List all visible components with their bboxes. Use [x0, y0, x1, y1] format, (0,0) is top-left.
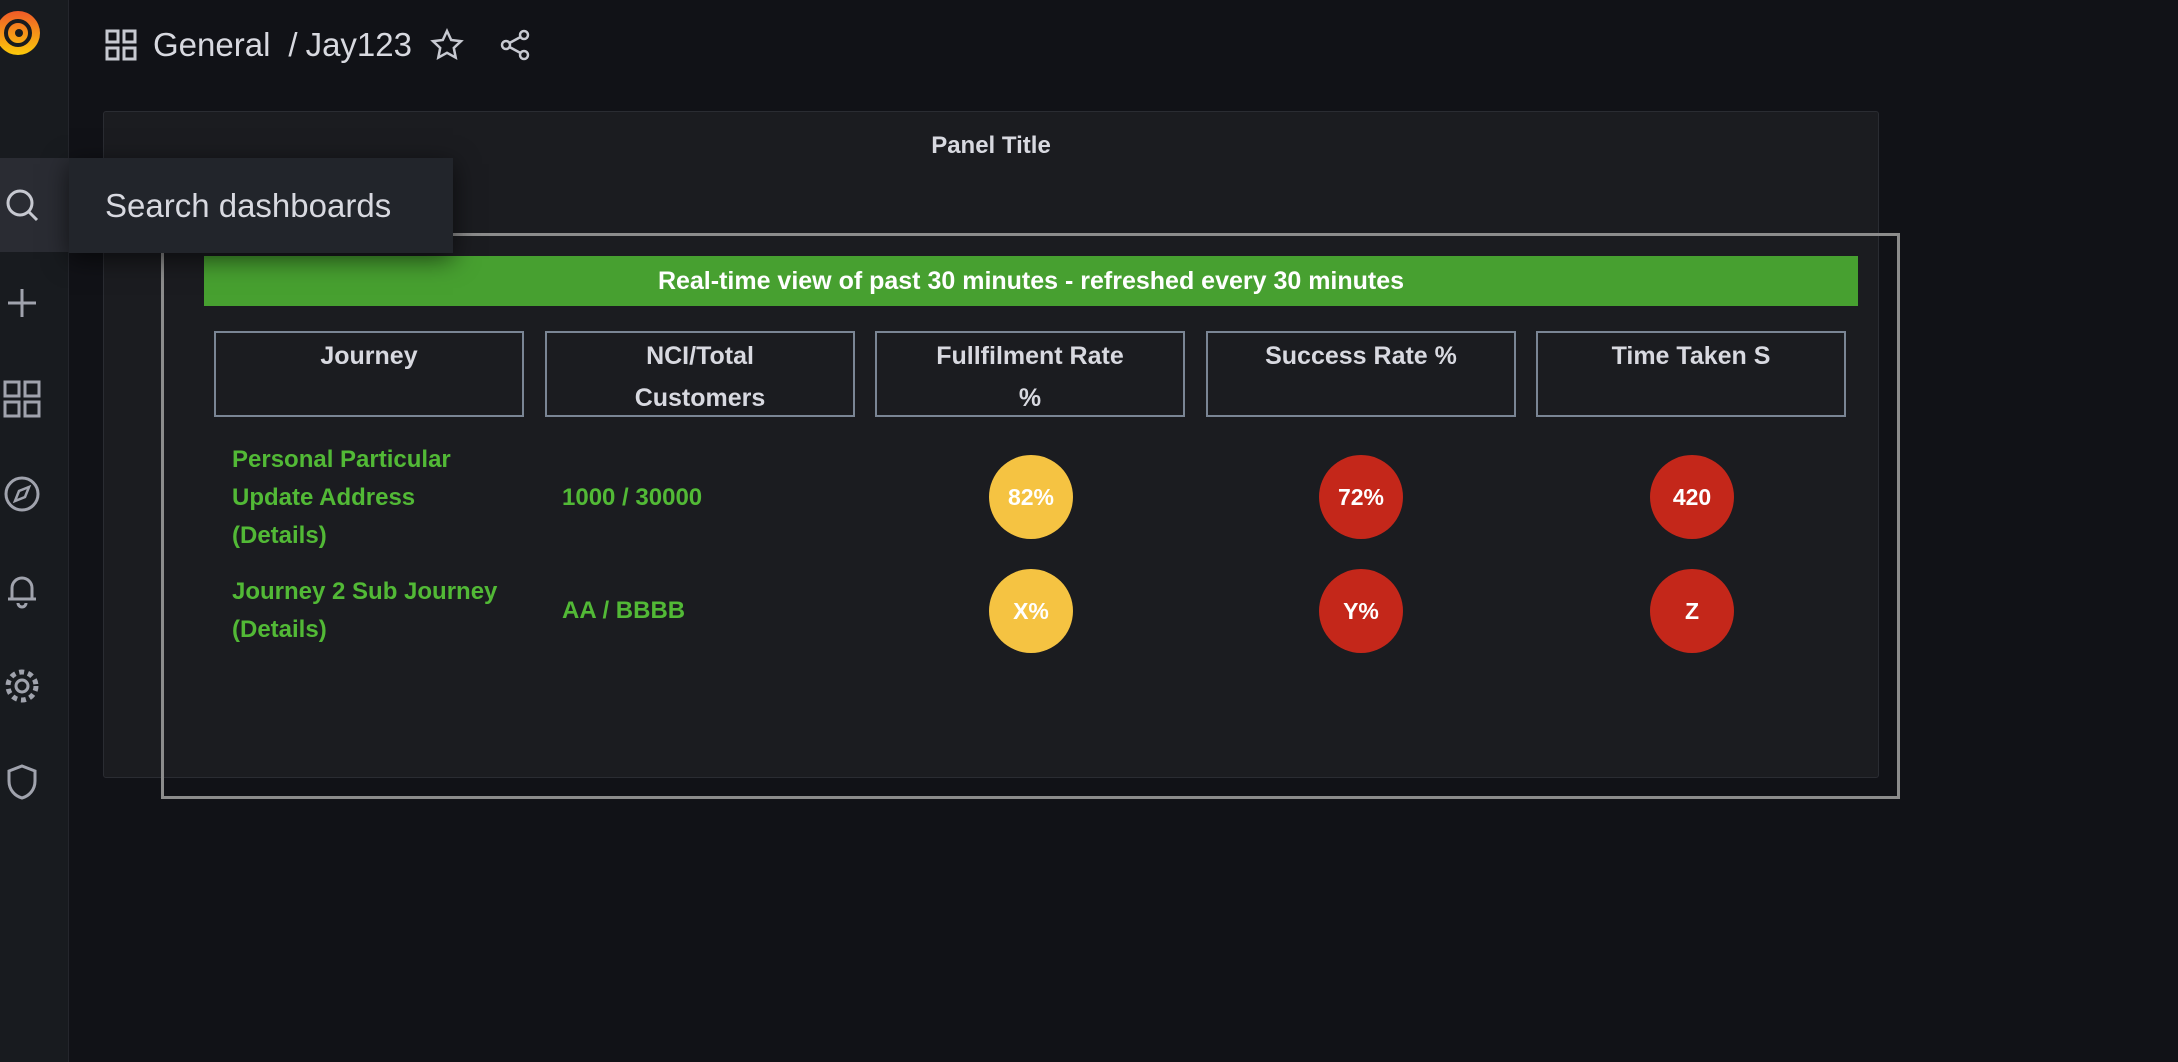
- breadcrumb: General / Jay123: [105, 26, 532, 64]
- plus-icon: [8, 289, 36, 317]
- row-2-journey[interactable]: Journey 2 Sub Journey (Details): [232, 573, 497, 649]
- sidebar-search[interactable]: [0, 158, 69, 252]
- gear-icon: [5, 669, 39, 703]
- alerting-icon: [8, 576, 36, 609]
- header-time: Time Taken S: [1536, 331, 1846, 417]
- breadcrumb-separator: /: [288, 26, 298, 63]
- share-icon[interactable]: [498, 28, 532, 62]
- header-success: Success Rate %: [1206, 331, 1516, 417]
- dashboards-icon: [3, 380, 41, 418]
- row-2-fulfilment-badge: X%: [989, 569, 1073, 653]
- sidebar-explore[interactable]: [0, 464, 69, 524]
- shield-icon: [7, 764, 37, 800]
- row-1-time-badge: 420: [1650, 455, 1734, 539]
- search-icon: [6, 189, 39, 222]
- row-1-nci: 1000 / 30000: [562, 484, 703, 511]
- breadcrumb-dashboard[interactable]: Jay123: [306, 26, 412, 64]
- header-journey: Journey: [214, 331, 524, 417]
- header-fulfilment: Fullfilment Rate%: [875, 331, 1185, 417]
- row-1-success-badge: 72%: [1319, 455, 1403, 539]
- row-2-nci: AA / BBBB: [562, 597, 686, 624]
- row-2-time-badge: Z: [1650, 569, 1734, 653]
- sidebar-create[interactable]: [0, 273, 69, 333]
- sidebar-alerting[interactable]: [0, 560, 69, 620]
- sidebar-configuration[interactable]: [0, 656, 69, 716]
- grafana-logo[interactable]: [0, 6, 48, 58]
- row-1-fulfilment-badge: 82%: [989, 455, 1073, 539]
- banner: Real-time view of past 30 minutes - refr…: [204, 256, 1858, 306]
- breadcrumb-folder[interactable]: General: [153, 26, 270, 64]
- dashboards-icon: [105, 29, 137, 61]
- row-2-success-badge: Y%: [1319, 569, 1403, 653]
- row-1-journey[interactable]: Personal Particular Update Address (Detail…: [232, 441, 451, 555]
- panel-title[interactable]: Panel Title: [104, 132, 1878, 160]
- explore-icon: [4, 476, 40, 512]
- header-nci-total: NCI/Total Customers: [545, 331, 855, 417]
- sidebar-admin[interactable]: [0, 752, 69, 812]
- sidebar: [0, 0, 69, 1062]
- sidebar-dashboards[interactable]: [0, 369, 69, 429]
- search-tooltip: Search dashboards: [69, 158, 453, 253]
- star-icon[interactable]: [430, 28, 464, 62]
